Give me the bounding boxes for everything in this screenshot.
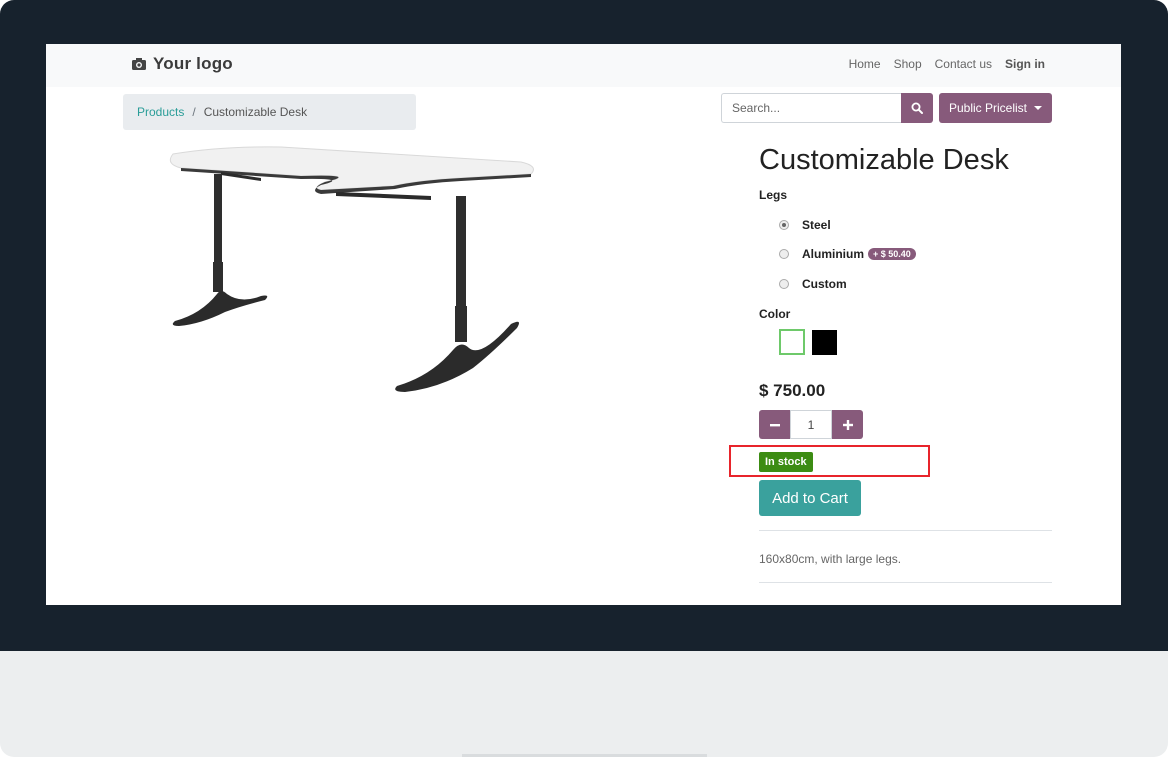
legs-option-aluminium[interactable]: Aluminium + $ 50.40	[779, 247, 916, 261]
quantity-decrease-button[interactable]	[759, 410, 790, 439]
monitor-stand	[0, 651, 1168, 757]
nav-sign-in[interactable]: Sign in	[1005, 57, 1045, 71]
legs-option-label: Steel	[802, 218, 831, 232]
caret-down-icon	[1034, 106, 1043, 110]
camera-icon	[132, 58, 146, 70]
radio-button[interactable]	[779, 279, 789, 289]
divider	[759, 582, 1052, 583]
plus-icon	[842, 419, 853, 430]
pricelist-label: Public Pricelist	[948, 101, 1028, 115]
nav-shop[interactable]: Shop	[894, 57, 922, 71]
main-nav: Home Shop Contact us Sign in	[836, 57, 1045, 71]
divider	[759, 530, 1052, 531]
quantity-input[interactable]	[790, 410, 832, 439]
breadcrumb-products-link[interactable]: Products	[137, 105, 184, 119]
breadcrumb-current: Customizable Desk	[203, 105, 308, 119]
legs-label: Legs	[759, 188, 788, 202]
top-navbar: Your logo Home Shop Contact us Sign in	[46, 44, 1121, 87]
color-swatch-white[interactable]	[779, 329, 805, 355]
product-price: $ 750.00	[759, 381, 826, 400]
price-extra-badge: + $ 50.40	[868, 248, 916, 260]
minus-icon	[769, 423, 780, 426]
stock-status-badge: In stock	[759, 452, 813, 472]
search-button[interactable]	[901, 93, 933, 123]
product-title: Customizable Desk	[759, 144, 1009, 176]
legs-option-steel[interactable]: Steel	[779, 218, 831, 232]
search-icon	[911, 102, 923, 114]
add-to-cart-button[interactable]: Add to Cart	[759, 480, 861, 516]
legs-option-custom[interactable]: Custom	[779, 277, 847, 291]
nav-home[interactable]: Home	[849, 57, 881, 71]
legs-option-label: Custom	[802, 277, 847, 291]
product-image	[169, 146, 534, 392]
nav-contact-us[interactable]: Contact us	[935, 57, 992, 71]
radio-button[interactable]	[779, 249, 789, 259]
breadcrumb-separator: /	[192, 105, 196, 119]
quantity-increase-button[interactable]	[832, 410, 863, 439]
browser-screen: Your logo Home Shop Contact us Sign in P…	[46, 44, 1121, 605]
logo-text: Your logo	[153, 54, 233, 73]
site-logo[interactable]: Your logo	[131, 54, 233, 74]
radio-button[interactable]	[779, 220, 789, 230]
breadcrumb: Products / Customizable Desk	[123, 94, 416, 130]
search-input[interactable]	[721, 93, 901, 123]
pricelist-dropdown[interactable]: Public Pricelist	[939, 93, 1052, 123]
color-swatch-black[interactable]	[812, 330, 837, 355]
color-label: Color	[759, 307, 791, 321]
legs-option-label: Aluminium	[802, 247, 864, 261]
product-description: 160x80cm, with large legs.	[759, 552, 902, 566]
